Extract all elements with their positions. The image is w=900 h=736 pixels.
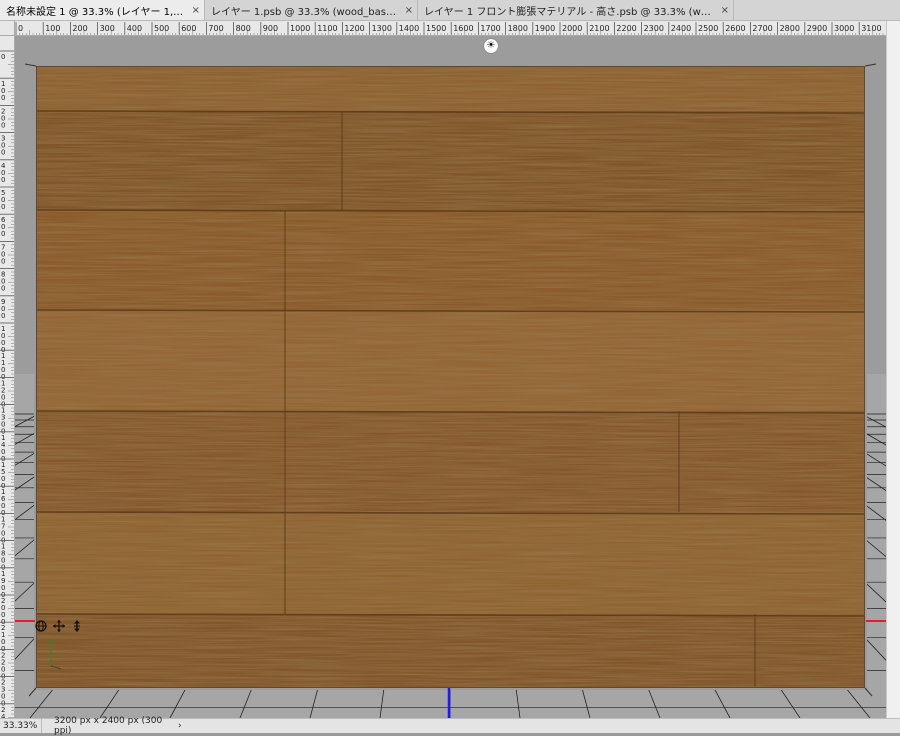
ruler-label: 500 <box>1 189 5 211</box>
ruler-label: 2200 <box>1 651 5 680</box>
ruler-label: 200 <box>72 24 87 33</box>
ruler-label: 700 <box>1 243 5 265</box>
ruler-label: 1100 <box>1 352 5 381</box>
axis-gizmo-icon <box>49 640 62 670</box>
ruler-label: 2600 <box>725 24 745 33</box>
ruler-label: 2100 <box>589 24 609 33</box>
ruler-origin[interactable] <box>0 21 15 36</box>
ruler-label: 1600 <box>453 24 473 33</box>
vertical-ruler[interactable]: 0 100 200 300 400 500 600 700 800 900 100011001200… <box>0 21 15 718</box>
pan-3d-icon[interactable] <box>53 620 65 634</box>
ruler-label: 1700 <box>480 24 500 33</box>
ruler-label: 800 <box>236 24 251 33</box>
ruler-label: 900 <box>1 298 5 320</box>
ruler-label: 0 <box>18 24 23 33</box>
horizontal-ruler[interactable]: 0 100 200 300 400 500 600 700 800 900 1000 1100 1200… <box>14 21 886 36</box>
document-tab-3[interactable]: レイヤー 1 フロント膨張マテリアル - 高さ.psb @ 33.3% (woo… <box>418 0 734 20</box>
ruler-label: 1800 <box>508 24 528 33</box>
ruler-label: 100 <box>1 80 5 102</box>
ruler-label: 1600 <box>1 488 6 517</box>
ruler-label: 2000 <box>562 24 582 33</box>
ruler-label: 2300 <box>644 24 664 33</box>
ruler-label: 1200 <box>344 24 364 33</box>
horizontal-ruler-ticks: 0 100 200 300 400 500 600 700 800 900 1000 1100 1200… <box>15 22 884 35</box>
document-tab-2[interactable]: レイヤー 1.psb @ 33.3% (wood_base, RGB/8*) *… <box>205 0 418 20</box>
ruler-label: 1800 <box>1 543 5 572</box>
ruler-label: 1200 <box>1 379 5 408</box>
ruler-label: 1300 <box>372 24 392 33</box>
close-tab-icon[interactable]: × <box>405 5 413 16</box>
ruler-label: 1000 <box>290 24 310 33</box>
light-source-icon[interactable]: ☀ <box>484 39 498 53</box>
ruler-label: 1400 <box>1 434 6 463</box>
ruler-label: 100 <box>45 24 60 33</box>
status-menu-arrow[interactable]: › <box>174 721 182 731</box>
document-size: 3200 px x 2400 px (300 ppi) <box>54 716 163 736</box>
ruler-label: 800 <box>1 271 5 293</box>
dolly-3d-icon[interactable] <box>71 620 83 634</box>
document-tab-bar: 名称未設定 1 @ 33.3% (レイヤー 1, RGB/8*) *×レイヤー … <box>0 0 900 21</box>
ruler-label: 0 <box>1 53 5 61</box>
ruler-label: 2200 <box>616 24 636 33</box>
ruler-label: 1100 <box>317 24 337 33</box>
ruler-label: 1500 <box>426 24 446 33</box>
ruler-label: 2000 <box>1 597 5 626</box>
ruler-label: 2900 <box>807 24 827 33</box>
close-tab-icon[interactable]: × <box>192 5 200 16</box>
ruler-label: 1400 <box>399 24 419 33</box>
wood-floor-texture <box>36 66 865 688</box>
vertical-ruler-ticks: 0 100 200 300 400 500 600 700 800 900 100011001200… <box>0 50 14 718</box>
ruler-label: 1900 <box>1 570 5 599</box>
3d-scene-view[interactable] <box>15 36 886 718</box>
ruler-label: 400 <box>1 162 6 184</box>
document-canvas-area[interactable]: ☀ <box>15 36 886 718</box>
ruler-label: 2300 <box>1 679 5 708</box>
ruler-label: 400 <box>127 24 142 33</box>
ruler-label: 2100 <box>1 624 5 653</box>
document-tab-1[interactable]: 名称未設定 1 @ 33.3% (レイヤー 1, RGB/8*) * × <box>0 0 205 20</box>
ruler-label: 1500 <box>1 461 5 490</box>
tab-label: 名称未設定 1 @ 33.3% (レイヤー 1, RGB/8*) * <box>6 6 186 18</box>
ruler-label: 1300 <box>1 407 5 436</box>
ruler-label: 1000 <box>1 325 5 354</box>
ruler-label: 2400 <box>1 706 6 718</box>
ruler-label: 200 <box>1 107 5 129</box>
ruler-label: 3000 <box>834 24 854 33</box>
ruler-label: 2800 <box>780 24 800 33</box>
ruler-label: 500 <box>154 24 169 33</box>
ruler-label: 900 <box>263 24 278 33</box>
ruler-label: 2400 <box>671 24 691 33</box>
ruler-label: 300 <box>100 24 115 33</box>
zoom-level[interactable]: 33.33% <box>0 719 42 733</box>
ruler-label: 600 <box>181 24 196 33</box>
ruler-label: 700 <box>208 24 223 33</box>
ruler-label: 3100 <box>861 24 881 33</box>
ruler-label: 300 <box>1 135 5 157</box>
status-bar: 33.33% 3200 px x 2400 px (300 ppi) › <box>0 716 900 736</box>
ruler-label: 600 <box>1 216 6 238</box>
vertical-scrollbar[interactable] <box>886 21 900 718</box>
orbit-3d-icon[interactable] <box>35 620 47 634</box>
ruler-label: 2500 <box>698 24 718 33</box>
ruler-label: 1700 <box>1 515 5 544</box>
close-tab-icon[interactable]: × <box>721 5 729 16</box>
tab-label: レイヤー 1.psb @ 33.3% (wood_base, RGB/8*) * <box>211 6 399 18</box>
ruler-label: 1900 <box>535 24 555 33</box>
ruler-label: 2700 <box>752 24 772 33</box>
tab-label: レイヤー 1 フロント膨張マテリアル - 高さ.psb @ 33.3% (woo… <box>424 6 715 18</box>
